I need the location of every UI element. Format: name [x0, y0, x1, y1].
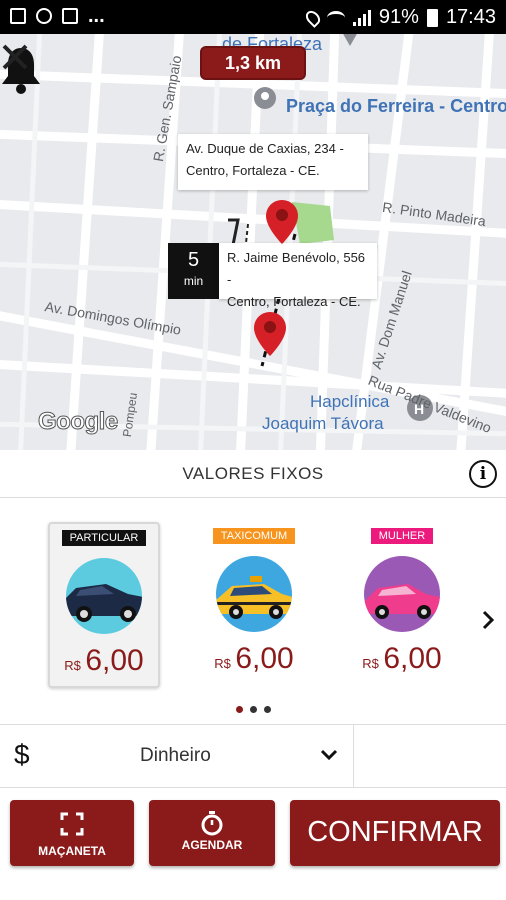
hospital-label-line1: Hapclínica	[310, 392, 390, 411]
fullscreen-icon	[60, 812, 84, 836]
map-view[interactable]: H de Fortaleza Praça do Ferreira - Centr…	[0, 34, 506, 450]
macaneta-label: MAÇANETA	[38, 844, 106, 858]
stopwatch-icon	[201, 811, 223, 836]
eta-value: 5	[187, 249, 200, 271]
info-icon[interactable]: i	[469, 460, 497, 488]
car-sedan-icon	[66, 558, 142, 634]
google-logo: Google	[38, 408, 119, 436]
agendar-label: AGENDAR	[181, 838, 243, 852]
category-price: R$ 6,00	[198, 642, 310, 676]
origin-address-line2: Centro, Fortaleza - CE.	[186, 163, 320, 178]
page-dot	[236, 706, 243, 713]
women-car-icon	[364, 556, 440, 632]
dollar-icon: $	[14, 739, 30, 770]
category-card-mulher[interactable]: MULHER R$ 6,00	[346, 522, 458, 688]
currency-symbol: R$	[64, 658, 81, 673]
distance-badge: 1,3 km	[202, 48, 304, 78]
battery-icon	[426, 8, 438, 27]
agendar-button[interactable]: AGENDAR	[149, 800, 275, 866]
payment-method-label: Dinheiro	[140, 745, 211, 766]
location-icon	[303, 7, 323, 28]
confirm-button[interactable]: CONFIRMAR	[290, 800, 500, 866]
eta-unit: min	[183, 274, 204, 288]
more-notifications-indicator: ...	[88, 5, 105, 27]
image-notification-icon	[10, 8, 26, 24]
destination-address-line1: R. Jaime Benévolo, 556 -	[227, 250, 366, 287]
destination-address-line2: Centro, Fortaleza - CE.	[227, 294, 361, 309]
category-price: R$ 6,00	[50, 644, 158, 678]
price-value: 6,00	[85, 644, 144, 677]
poi-label: Praça do Ferreira - Centro	[286, 96, 506, 116]
macaneta-button[interactable]: MAÇANETA	[10, 800, 134, 866]
category-badge: PARTICULAR	[61, 530, 147, 546]
destination-address-label: R. Jaime Benévolo, 556 - Centro, Fortale…	[219, 243, 377, 309]
hospital-label-line2: Joaquim Távora	[262, 414, 384, 433]
close-icon[interactable]	[0, 42, 30, 72]
confirm-label: CONFIRMAR	[307, 816, 483, 848]
taxi-car-icon	[216, 556, 292, 632]
photo-notification-icon	[62, 8, 78, 24]
battery-percent: 91%	[378, 6, 419, 28]
category-card-taxicomum[interactable]: TAXICOMUM R$ 6,00	[198, 522, 310, 688]
category-card-particular[interactable]: PARTICULAR R$ 6,00	[48, 522, 160, 688]
chevron-down-icon	[320, 749, 338, 761]
payment-row: $ Dinheiro	[0, 724, 506, 788]
destination-marker-icon[interactable]	[252, 310, 288, 358]
category-badge: TAXICOMUM	[212, 528, 296, 544]
eta-box: 5 min	[168, 243, 219, 299]
clock: 17:43	[445, 6, 496, 28]
section-title: VALORES FIXOS	[182, 464, 324, 483]
origin-address-line1: Av. Duque de Caxias, 234 -	[186, 141, 344, 156]
payment-method-select[interactable]: $ Dinheiro	[0, 725, 354, 787]
currency-symbol: R$	[214, 656, 231, 671]
origin-address-label: Av. Duque de Caxias, 234 - Centro, Forta…	[178, 134, 368, 190]
carousel-page-indicator	[236, 706, 271, 713]
app-notification-icon	[36, 8, 52, 24]
page-dot	[250, 706, 257, 713]
category-carousel[interactable]: PARTICULAR R$ 6,00 TAXICOMUM R$ 6,00 MUL…	[0, 498, 506, 724]
signal-icon	[352, 9, 371, 26]
fixed-values-header: VALORES FIXOS i	[0, 450, 506, 498]
origin-marker-icon[interactable]	[264, 198, 300, 246]
category-price: R$ 6,00	[346, 642, 458, 676]
chevron-right-icon[interactable]	[480, 610, 496, 630]
currency-symbol: R$	[362, 656, 379, 671]
price-value: 6,00	[383, 642, 442, 675]
price-value: 6,00	[235, 642, 294, 675]
category-badge: MULHER	[370, 528, 434, 544]
page-dot	[264, 706, 271, 713]
status-bar: ... 91% 17:43	[0, 0, 506, 34]
wifi-icon	[326, 10, 345, 25]
